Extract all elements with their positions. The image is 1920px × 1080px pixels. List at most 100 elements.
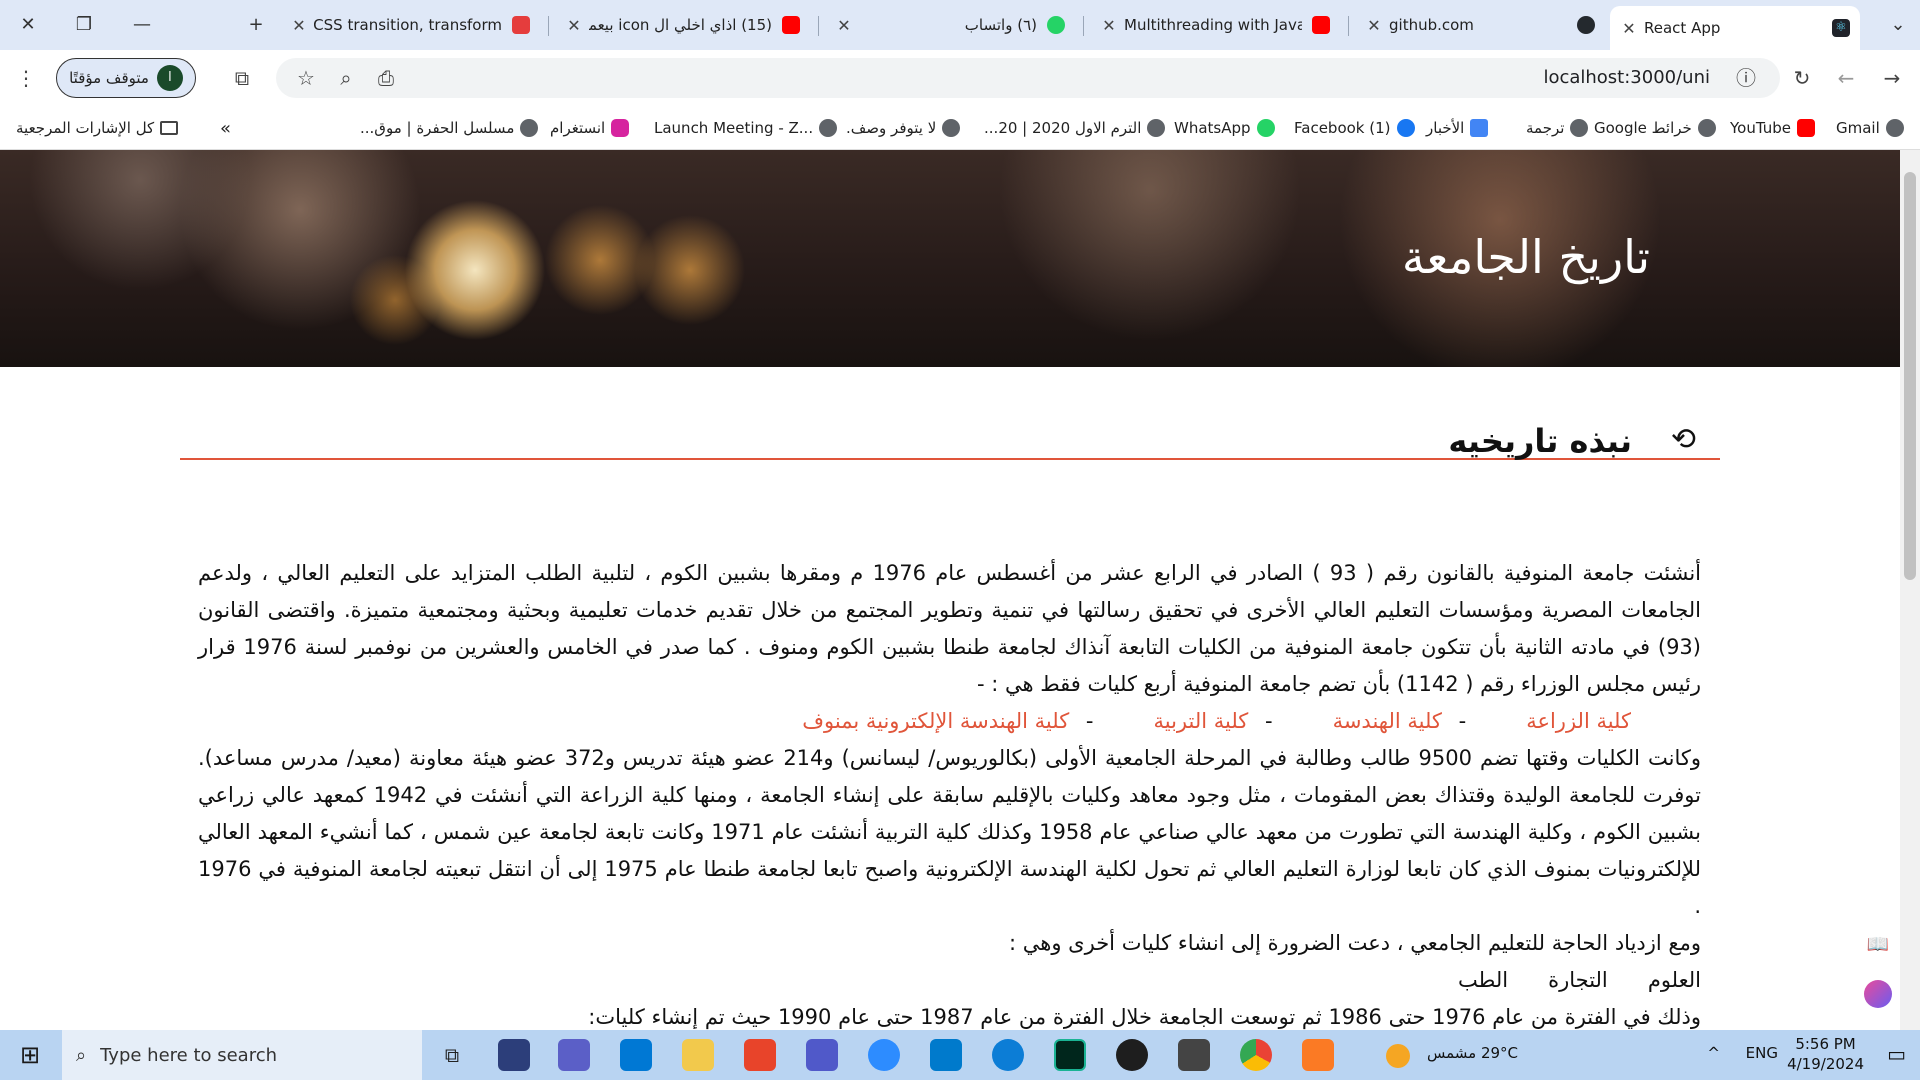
globe-icon (520, 119, 539, 137)
bookmark-item[interactable]: ترجمة (1526, 116, 1589, 140)
tab-github[interactable]: ✕ github.com (1355, 8, 1605, 42)
back-icon[interactable]: ← (1830, 62, 1862, 94)
close-tab-icon[interactable]: ✕ (565, 16, 583, 35)
store-icon[interactable] (620, 1039, 652, 1071)
side-panel-buttons: 📖 (1864, 934, 1894, 1014)
zoom-icon[interactable] (868, 1039, 900, 1071)
youtube-icon (1797, 119, 1815, 137)
weather-icon (1386, 1044, 1410, 1068)
news-icon (1470, 119, 1489, 137)
whatsapp-icon (1256, 119, 1275, 137)
page-viewport: تاريخ الجامعة ⟲ نبذه تاريخيه أنشئت جامعة… (0, 150, 1900, 1030)
more-bookmarks-button[interactable]: » (220, 116, 231, 140)
teams-icon[interactable] (806, 1039, 838, 1071)
app-icon[interactable] (558, 1039, 590, 1071)
address-bar[interactable]: ☆ ⌕ ⎙ localhost:3000/uni ⓘ (276, 58, 1780, 98)
new-tab-icon[interactable]: + (238, 8, 274, 42)
close-tab-icon[interactable]: ✕ (290, 16, 308, 35)
faculty-link[interactable]: كلية الهندسة (1333, 709, 1442, 733)
assistant-icon[interactable] (1864, 980, 1892, 1008)
github-icon (1577, 16, 1595, 34)
devcpp-icon[interactable] (498, 1039, 530, 1071)
bookmark-item[interactable]: مسلسل الحفرة | موق... (360, 116, 539, 140)
edge-icon[interactable] (992, 1039, 1024, 1071)
paragraph: وذلك في الفترة من عام 1976 حتى 1986 ثم ت… (588, 1005, 1701, 1029)
bookmark-item[interactable]: Facebook (1) (1294, 116, 1415, 140)
scrollbar[interactable] (1900, 150, 1920, 1030)
tab-search-icon[interactable]: ⌄ (1880, 8, 1916, 42)
tab-multithreading[interactable]: ✕ Multithreading with Java (1090, 8, 1340, 42)
folder-icon (160, 121, 179, 135)
chrome-icon[interactable] (1240, 1039, 1272, 1071)
windows-start-icon[interactable]: ⊞ (14, 1039, 46, 1071)
all-bookmarks-button[interactable]: كل الإشارات المرجعية (16, 116, 179, 140)
bookmark-star-icon[interactable]: ☆ (290, 62, 322, 94)
tab-strip: ✕ ❐ — + ✕ CSS transition, transform, ✕ (… (0, 0, 1920, 50)
globe-icon (1570, 119, 1589, 137)
globe-icon (942, 119, 961, 137)
vscode-icon[interactable] (930, 1039, 962, 1071)
react-icon: ⚛ (1832, 19, 1850, 37)
install-app-icon[interactable]: ⎙ (370, 62, 402, 94)
close-tab-icon[interactable]: ✕ (835, 16, 853, 35)
bookmark-item[interactable]: انستغرام (550, 116, 630, 140)
tab-youtube-icon-video[interactable]: ✕ (15) اذاي اخلي ال icon بيعمل (555, 8, 810, 42)
weather-text[interactable]: 29°C مشمس (1427, 1044, 1518, 1062)
search-icon: ⌕ (76, 1044, 87, 1066)
paragraph: أنشئت جامعة المنوفية بالقانون رقم ( 93 )… (198, 561, 1702, 696)
taskbar: ⊞ ⌕ Type here to search ⧉ 29°C مشمس ^ EN… (0, 1030, 1920, 1080)
menu-dots-icon[interactable]: ⋮ (10, 62, 42, 94)
hero-banner: تاريخ الجامعة (0, 150, 1900, 367)
instagram-icon (611, 119, 630, 137)
hero-title: تاريخ الجامعة (1401, 230, 1650, 284)
file-explorer-icon[interactable] (682, 1039, 714, 1071)
paragraph: وكانت الكليات وقتها تضم 9500 طالب وطالبة… (198, 746, 1702, 918)
youtube-icon (1312, 16, 1330, 34)
paragraph: ومع ازدياد الحاجة للتعليم الجامعي ، دعت … (1009, 931, 1701, 955)
section-title: نبذه تاريخيه (1448, 422, 1632, 460)
bookmark-item[interactable]: الترم الاول 2020 | 20... (984, 116, 1166, 140)
reload-icon[interactable]: ↻ (1786, 62, 1818, 94)
close-tab-icon[interactable]: ✕ (1100, 16, 1118, 35)
language-indicator[interactable]: ENG (1746, 1044, 1778, 1062)
chevron-up-icon[interactable]: ^ (1707, 1044, 1720, 1062)
browser-toolbar: ⋮ ا متوقف مؤقتًا ⧉ ☆ ⌕ ⎙ localhost:3000/… (0, 50, 1920, 106)
extensions-icon[interactable]: ⧉ (226, 62, 258, 94)
bookmark-item[interactable]: خرائط Google (1594, 116, 1716, 140)
faculty-link[interactable]: كلية الهندسة الإلكترونية بمنوف (802, 709, 1069, 733)
bookmark-item[interactable]: Launch Meeting - Z... (654, 116, 838, 140)
globe-icon (1885, 119, 1904, 137)
office-icon[interactable] (744, 1039, 776, 1071)
tab-react-app[interactable]: ✕ React App ⚛ (1610, 6, 1860, 50)
close-tab-icon[interactable]: ✕ (1620, 19, 1638, 38)
faculty-link[interactable]: كلية التربية (1153, 709, 1248, 733)
bookmark-item[interactable]: لا يتوفر وصف. (846, 116, 961, 140)
xampp-icon[interactable] (1302, 1039, 1334, 1071)
close-tab-icon[interactable]: ✕ (1365, 16, 1383, 35)
tab-css-transition[interactable]: ✕ CSS transition, transform, (280, 8, 540, 42)
site-info-icon[interactable]: ⓘ (1730, 62, 1762, 94)
scrollbar-thumb[interactable] (1904, 172, 1916, 580)
bookmark-item[interactable]: الأخبار (1426, 116, 1489, 140)
app-icon[interactable] (1116, 1039, 1148, 1071)
faculty-link[interactable]: كلية الزراعة (1526, 709, 1631, 733)
unity-icon[interactable] (1178, 1039, 1210, 1071)
notifications-icon[interactable]: ▭ (1887, 1042, 1906, 1066)
taskbar-search[interactable]: ⌕ Type here to search (62, 1030, 422, 1080)
tab-whatsapp[interactable]: ✕ (٦) واتساب (825, 8, 1075, 42)
reading-mode-icon[interactable]: 📖 (1864, 934, 1892, 962)
globe-icon (1147, 119, 1166, 137)
bookmark-item[interactable]: YouTube (1730, 116, 1815, 140)
bookmark-item[interactable]: WhatsApp (1174, 116, 1275, 140)
forward-icon[interactable]: → (1876, 62, 1908, 94)
restore-window-icon[interactable]: ❐ (66, 8, 102, 42)
audition-icon[interactable] (1054, 1039, 1086, 1071)
clock[interactable]: 5:56 PM 4/19/2024 (1787, 1034, 1864, 1074)
zoom-icon[interactable]: ⌕ (330, 62, 362, 94)
profile-paused-button[interactable]: ا متوقف مؤقتًا (56, 58, 196, 98)
minimize-window-icon[interactable]: — (124, 8, 160, 42)
task-view-icon[interactable]: ⧉ (436, 1039, 468, 1071)
bookmark-item[interactable]: Gmail (1836, 116, 1904, 140)
close-window-icon[interactable]: ✕ (10, 8, 46, 42)
url-text[interactable]: localhost:3000/uni (1543, 58, 1710, 98)
